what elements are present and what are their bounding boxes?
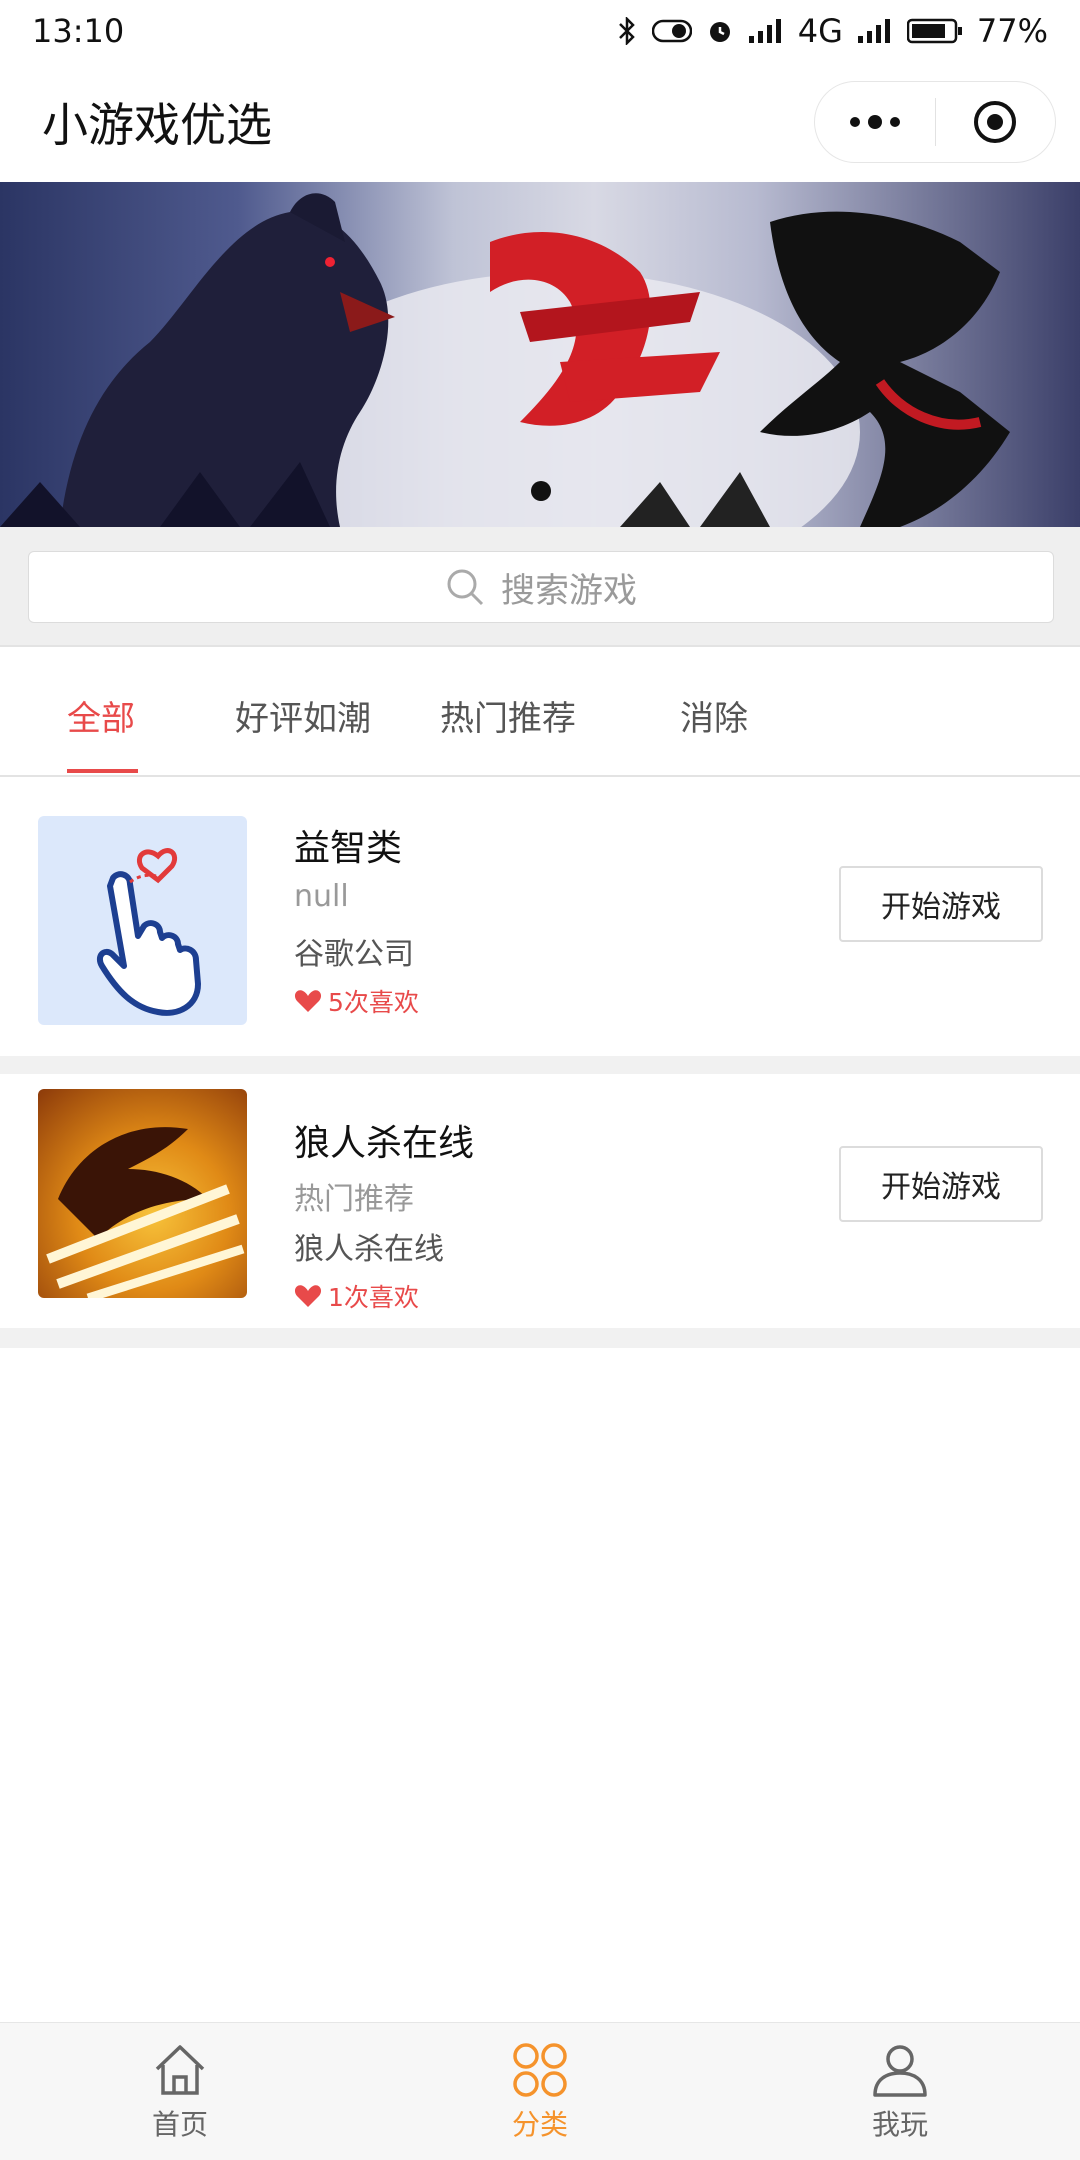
werewolf-claw-icon (46, 1127, 245, 1298)
more-button[interactable] (815, 82, 935, 162)
target-close-icon (974, 101, 1017, 143)
alarm-icon (706, 17, 734, 45)
page-title: 小游戏优选 (42, 98, 272, 152)
signal-icon-2 (857, 18, 893, 44)
active-tab-indicator (67, 769, 138, 773)
search-input[interactable]: 搜索游戏 (28, 551, 1054, 623)
home-icon (155, 2045, 205, 2095)
close-button[interactable] (936, 82, 1056, 162)
finger-heart-icon (96, 848, 201, 1016)
game-developer: 狼人杀在线 (294, 1232, 444, 1267)
game-name: 狼人杀在线 (294, 1123, 475, 1164)
nav-category-label: 分类 (511, 2108, 568, 2141)
signal-icon (748, 18, 784, 44)
heart-icon (294, 1285, 322, 1307)
tab-eliminate[interactable]: 消除 (680, 691, 748, 740)
status-indicators: 4G 77% (616, 12, 1048, 50)
game-thumbnail (38, 816, 247, 1025)
mini-program-capsule (814, 81, 1056, 163)
nav-home[interactable]: 首页 (80, 2041, 280, 2143)
game-list-item[interactable]: 狼人杀在线 热门推荐 狼人杀在线 1次喜欢 开始游戏 (0, 1074, 1080, 1324)
user-icon (873, 2045, 927, 2097)
bluetooth-icon (616, 17, 638, 45)
network-type: 4G (797, 12, 843, 50)
battery-icon (906, 18, 963, 44)
game-list-item[interactable]: 益智类 null 谷歌公司 5次喜欢 开始游戏 (0, 779, 1080, 1029)
tab-all[interactable]: 全部 (67, 691, 135, 740)
category-tabs: 全部 好评如潮 热门推荐 消除 (0, 649, 1080, 777)
battery-percent: 77% (976, 12, 1048, 50)
carousel-indicator[interactable] (531, 481, 551, 501)
nav-category[interactable]: 分类 (440, 2041, 640, 2143)
tab-highly-rated[interactable]: 好评如潮 (235, 691, 371, 740)
nav-my-games[interactable]: 我玩 (800, 2041, 1000, 2143)
toggle-icon (651, 18, 692, 44)
nav-home-label: 首页 (151, 2108, 208, 2141)
category-icon (513, 2043, 567, 2097)
search-area: 搜索游戏 (0, 527, 1080, 647)
heart-icon (294, 990, 322, 1012)
start-game-button[interactable]: 开始游戏 (839, 1146, 1043, 1222)
banner-carousel[interactable] (0, 182, 1080, 527)
status-time: 13:10 (32, 12, 125, 50)
banner-image (0, 193, 1010, 527)
status-bar: 13:10 4G 77% (0, 0, 1080, 62)
game-category: 热门推荐 (294, 1182, 414, 1217)
likes-count: 5次喜欢 (328, 988, 419, 1017)
list-divider (0, 1328, 1080, 1348)
game-likes: 1次喜欢 (294, 1278, 419, 1314)
more-dots-icon (849, 115, 900, 129)
header: 小游戏优选 (0, 62, 1080, 182)
bottom-tab-bar: 首页 分类 我玩 (0, 2022, 1080, 2160)
search-placeholder: 搜索游戏 (501, 570, 637, 611)
game-name: 益智类 (294, 828, 403, 869)
search-icon (447, 569, 484, 606)
start-game-button[interactable]: 开始游戏 (839, 866, 1043, 942)
game-category: null (294, 879, 349, 914)
list-divider (0, 1056, 1080, 1074)
nav-my-games-label: 我玩 (871, 2108, 928, 2141)
likes-count: 1次喜欢 (328, 1283, 419, 1312)
game-likes: 5次喜欢 (294, 983, 419, 1019)
app-screen: 13:10 4G 77% 小游戏优选 搜索游戏 全部 好评如潮 热门推荐 消除 … (0, 0, 1080, 2160)
game-developer: 谷歌公司 (294, 937, 414, 972)
game-thumbnail (38, 1089, 247, 1298)
tab-hot-recommend[interactable]: 热门推荐 (440, 691, 576, 740)
